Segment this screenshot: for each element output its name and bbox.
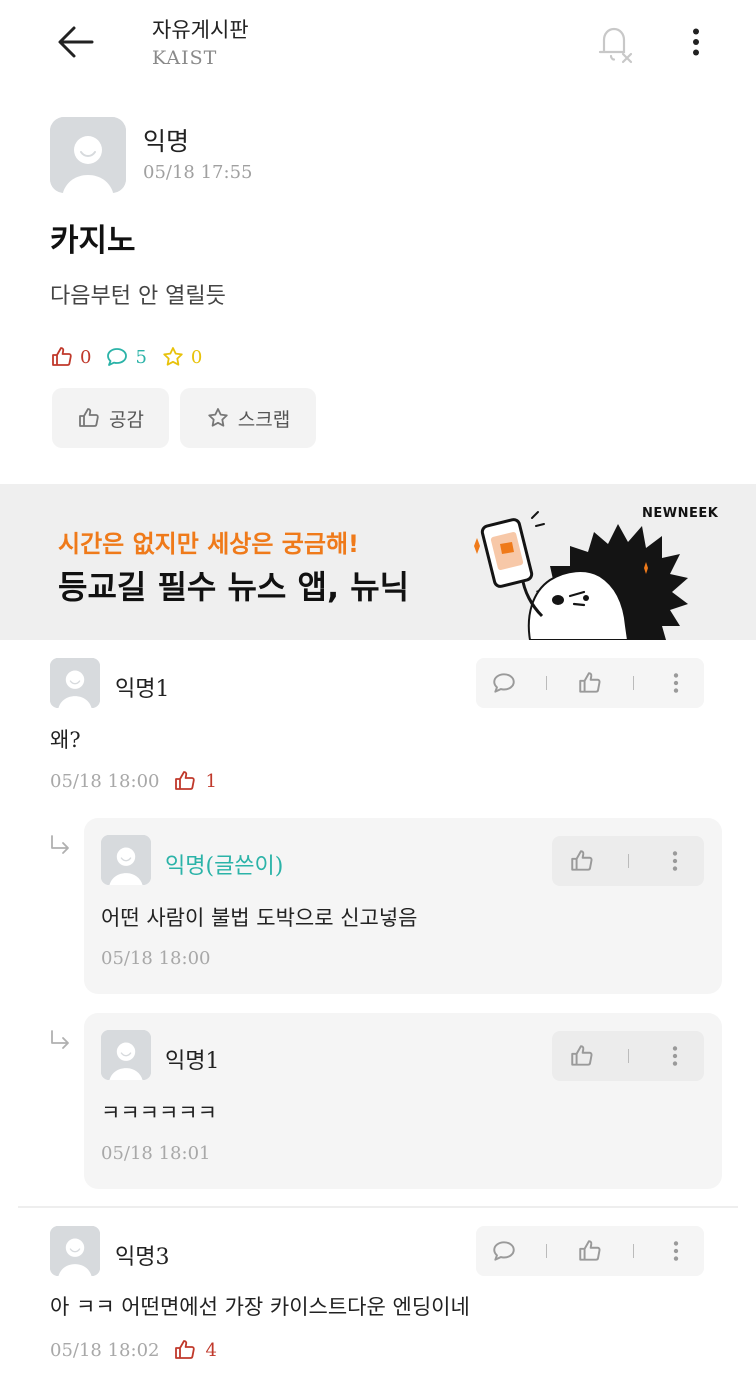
reply-text: ㅋㅋㅋㅋㅋㅋ [101, 1101, 217, 1125]
post-title: 카지노 [50, 223, 136, 259]
board-title: 자유게시판 [152, 18, 249, 42]
comment-timestamp: 05/18 18:00 [50, 770, 160, 792]
comment-author: 익명1 [115, 677, 170, 702]
thumbs-up-icon[interactable] [577, 670, 603, 696]
post-body: 다음부턴 안 열릴듯 [50, 284, 226, 309]
app-header: 자유게시판 KAIST [0, 0, 756, 86]
reply-bubble-icon[interactable] [491, 1238, 517, 1264]
comment-text: 아 ㅋㅋ 어떤면에선 가장 카이스트다운 엔딩이네 [50, 1295, 470, 1319]
comment-divider [18, 1206, 738, 1208]
reply-arrow-icon [48, 1029, 74, 1055]
ad-headline: 등교길 필수 뉴스 앱, 뉴닉 [58, 568, 410, 606]
back-arrow-icon[interactable] [54, 22, 98, 62]
toolbar-divider [632, 676, 634, 690]
more-options-icon[interactable] [663, 1238, 689, 1264]
post-author-name: 익명 [143, 127, 190, 156]
post-author-avatar [50, 117, 126, 193]
comment-toolbar [476, 1226, 704, 1276]
comment-meta: 05/18 18:02 4 [50, 1337, 217, 1363]
like-icon [50, 345, 74, 369]
more-options-icon[interactable] [662, 848, 688, 874]
reply-toolbar [552, 836, 704, 886]
more-options-icon[interactable] [663, 670, 689, 696]
like-icon [173, 1338, 197, 1362]
comment-timestamp: 05/18 18:02 [50, 1339, 160, 1361]
reply-author: 익명(글쓴이) [165, 854, 284, 879]
toolbar-divider [627, 854, 629, 868]
comment-text: 왜? [50, 728, 81, 752]
board-subtitle: KAIST [152, 47, 218, 69]
post-comment-count: 5 [105, 345, 147, 369]
comment-meta: 05/18 18:00 1 [50, 768, 217, 794]
ad-banner[interactable]: 시간은 없지만 세상은 궁금해! 등교길 필수 뉴스 앱, 뉴닉 NEWNEEK [0, 484, 756, 640]
reply-avatar [101, 835, 151, 885]
scrap-button[interactable]: 스크랩 [180, 388, 316, 448]
comment-avatar [50, 1226, 100, 1276]
comment-like-count: 4 [173, 1338, 217, 1362]
toolbar-divider [632, 1244, 634, 1258]
ad-tagline: 시간은 없지만 세상은 궁금해! [58, 530, 359, 558]
reply-timestamp: 05/18 18:00 [101, 948, 211, 969]
hedgehog-illustration [474, 511, 688, 640]
post-timestamp: 05/18 17:55 [143, 162, 253, 183]
reply-card: 익명(글쓴이) 어떤 사람이 불법 도박으로 신고넣음 05/18 18:00 [84, 818, 722, 994]
thumbs-up-icon[interactable] [569, 848, 595, 874]
post-scrap-count: 0 [161, 345, 202, 369]
comment-avatar [50, 658, 100, 708]
post-stats: 0 5 0 [50, 342, 216, 372]
toolbar-divider [546, 1244, 548, 1258]
reply-author: 익명1 [165, 1049, 220, 1074]
star-icon [206, 406, 230, 430]
comment-like-count: 1 [173, 769, 217, 793]
empathy-button[interactable]: 공감 [52, 388, 169, 448]
scrap-star-icon [161, 345, 185, 369]
more-options-icon[interactable] [662, 1043, 688, 1069]
comment-author: 익명3 [115, 1245, 170, 1270]
reply-arrow-icon [48, 834, 74, 860]
thumbs-up-icon [77, 406, 101, 430]
toolbar-divider [546, 676, 548, 690]
more-options-icon[interactable] [678, 20, 714, 64]
notification-off-icon[interactable] [590, 18, 638, 66]
post-like-count: 0 [50, 345, 91, 369]
comment-icon [105, 345, 129, 369]
thumbs-up-icon[interactable] [569, 1043, 595, 1069]
thumbs-up-icon[interactable] [577, 1238, 603, 1264]
comment-toolbar [476, 658, 704, 708]
reply-card: 익명1 ㅋㅋㅋㅋㅋㅋ 05/18 18:01 [84, 1013, 722, 1189]
like-icon [173, 769, 197, 793]
reply-avatar [101, 1030, 151, 1080]
toolbar-divider [627, 1049, 629, 1063]
reply-bubble-icon[interactable] [491, 670, 517, 696]
reply-text: 어떤 사람이 불법 도박으로 신고넣음 [101, 906, 418, 930]
reply-timestamp: 05/18 18:01 [101, 1143, 211, 1164]
reply-toolbar [552, 1031, 704, 1081]
